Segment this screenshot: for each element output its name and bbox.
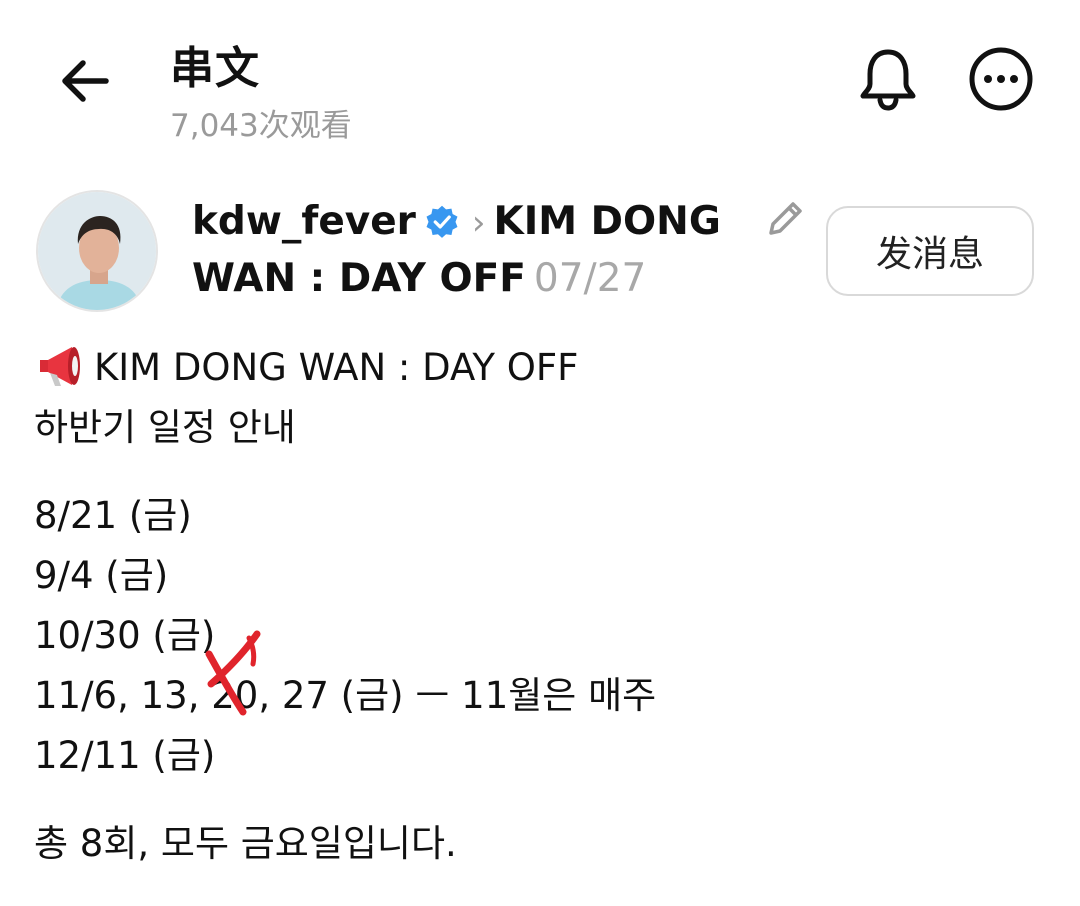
avatar-photo <box>38 192 156 310</box>
schedule-prefix: 11/6, 13, <box>34 674 212 717</box>
author-info: kdw_fever › KIM DONG WAN : DAY OFF 07/27 <box>192 194 732 307</box>
verified-badge-icon <box>426 205 458 238</box>
post-intro-line: KIM DONG WAN : DAY OFF <box>34 338 1044 398</box>
megaphone-icon <box>40 347 80 386</box>
schedule-suffix: , 27 (금) ㅡ 11월은 매주 <box>258 674 657 717</box>
intro-subtitle: 하반기 일정 안내 <box>34 406 296 449</box>
cancelled-date: 20 <box>211 674 259 717</box>
post-summary: 총 8회, 모두 금요일입니다. <box>34 822 457 865</box>
send-message-button[interactable]: 发消息 <box>826 206 1034 296</box>
page-title: 串文 <box>170 43 260 94</box>
post-date: 07/27 <box>533 256 647 301</box>
pencil-icon <box>769 202 802 235</box>
bell-icon <box>860 49 916 111</box>
schedule-item: 9/4 (금) <box>34 554 169 597</box>
notification-button[interactable] <box>856 46 920 112</box>
schedule-item: 8/21 (금) <box>34 494 192 537</box>
author-username[interactable]: kdw_fever <box>192 199 416 244</box>
arrow-left-icon <box>62 60 109 102</box>
more-options-button[interactable] <box>968 46 1034 112</box>
more-horizontal-icon <box>969 47 1033 111</box>
edit-button[interactable] <box>762 196 808 242</box>
chevron-right-icon: › <box>471 203 486 243</box>
intro-title: KIM DONG WAN : DAY OFF <box>94 346 579 389</box>
post-body: KIM DONG WAN : DAY OFF 하반기 일정 안내 8/21 (금… <box>34 338 1044 874</box>
schedule-item: 11/6, 13, 20 , 27 (금) ㅡ 11월은 매주 <box>34 630 1044 726</box>
thread-page: 串文 7,043次观看 kdw_fever › KIM DONG WAN : DA… <box>0 0 1080 906</box>
back-button[interactable] <box>56 50 118 112</box>
view-count: 7,043次观看 <box>170 108 352 144</box>
author-avatar[interactable] <box>36 190 158 312</box>
schedule-item: 10/30 (금) <box>34 614 216 657</box>
schedule-item: 12/11 (금) <box>34 734 216 777</box>
